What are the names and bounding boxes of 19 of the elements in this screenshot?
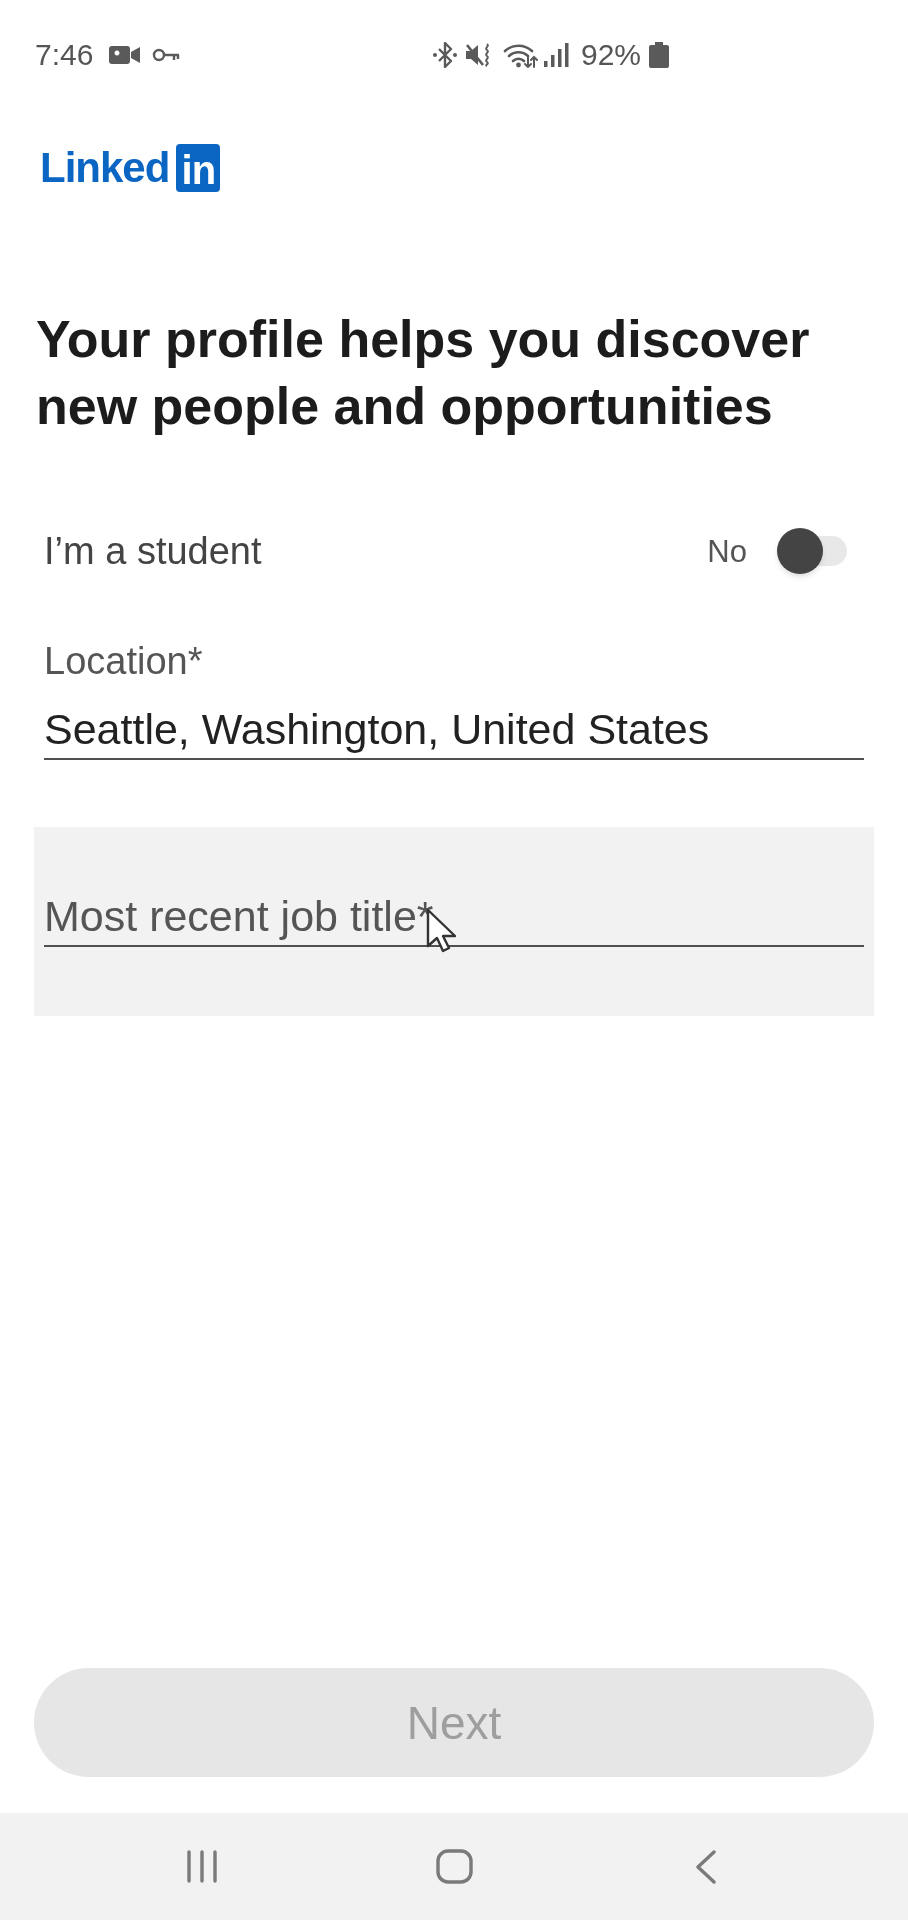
- back-icon[interactable]: [695, 1849, 717, 1884]
- student-toggle[interactable]: [777, 528, 847, 574]
- key-icon: [152, 48, 181, 62]
- wifi-icon: [503, 42, 538, 68]
- toggle-state-text: No: [707, 535, 747, 567]
- status-time: 7:46: [35, 40, 94, 70]
- location-input[interactable]: Seattle, Washington, United States: [44, 700, 864, 760]
- location-label: Location*: [44, 639, 203, 684]
- bluetooth-icon: [433, 42, 457, 68]
- video-camera-icon: [109, 44, 141, 66]
- logo-wordmark: Linked: [40, 147, 170, 189]
- signal-bars-icon: [544, 43, 569, 67]
- logo-badge: in: [176, 144, 221, 192]
- home-icon[interactable]: [435, 1849, 473, 1884]
- battery-percent: 92%: [581, 40, 642, 70]
- battery-icon: [649, 42, 670, 68]
- page-heading: Your profile helps you discover new people and opportunities: [36, 309, 811, 437]
- recent-apps-icon[interactable]: [186, 1850, 218, 1883]
- student-label: I’m a student: [44, 532, 262, 570]
